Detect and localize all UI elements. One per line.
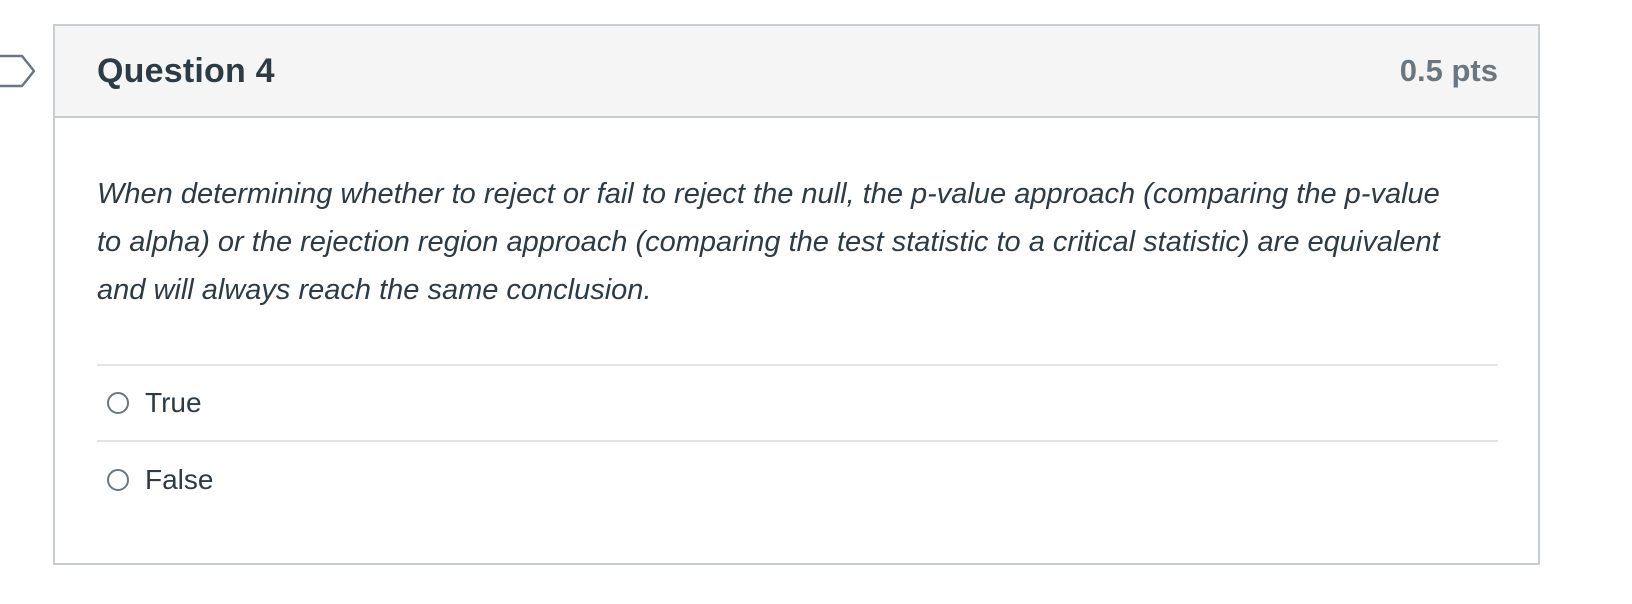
answer-label: True (145, 387, 202, 418)
answer-label: False (145, 464, 214, 495)
answer-option-false[interactable]: False (97, 442, 1498, 518)
question-title: Question 4 (97, 51, 275, 90)
radio-button-icon[interactable] (107, 469, 129, 491)
answer-list: True False (97, 364, 1498, 518)
radio-button-icon[interactable] (107, 392, 129, 414)
question-card: Question 4 0.5 pts When determining whet… (53, 24, 1540, 565)
answer-option-true[interactable]: True (97, 366, 1498, 442)
question-body: When determining whether to reject or fa… (55, 118, 1538, 518)
question-header: Question 4 0.5 pts (55, 26, 1538, 118)
flag-question-icon[interactable] (0, 54, 36, 88)
question-text: When determining whether to reject or fa… (97, 178, 1440, 306)
question-points: 0.5 pts (1399, 53, 1498, 88)
